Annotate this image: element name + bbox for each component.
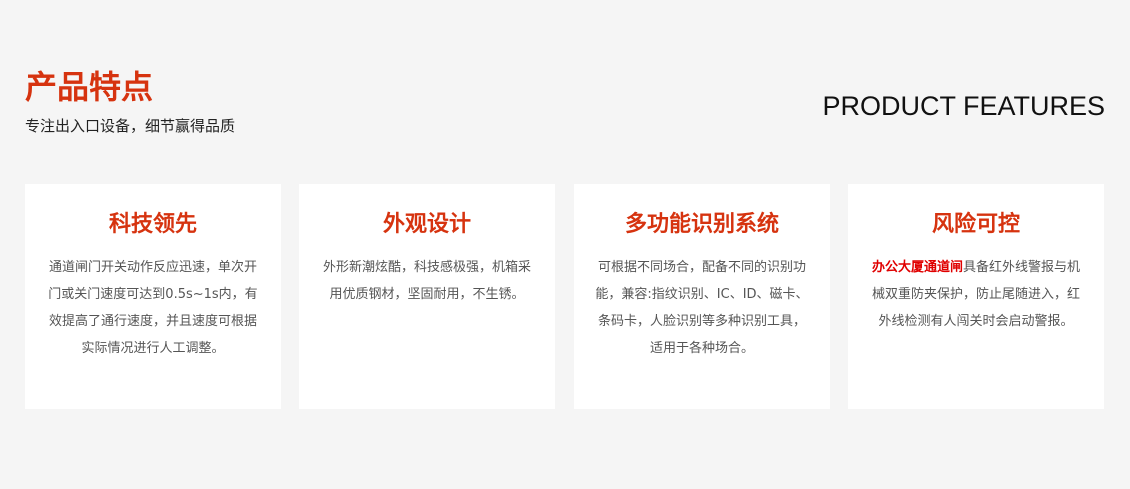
feature-card-recognition: 多功能识别系统 可根据不同场合，配备不同的识别功能，兼容:指纹识别、IC、ID、… [574,184,830,409]
office-gate-link[interactable]: 办公大厦通道闸 [872,260,963,275]
feature-title: 外观设计 [382,212,471,237]
feature-cards: 科技领先 通道闸门开关动作反应迅速，单次开门或关门速度可达到0.5s~1s内，有… [25,184,1105,409]
feature-card-tech: 科技领先 通道闸门开关动作反应迅速，单次开门或关门速度可达到0.5s~1s内，有… [25,184,281,409]
section-title: 产品特点 [25,68,154,106]
feature-description: 办公大厦通道闸具备红外线警报与机械双重防夹保护，防止尾随进入，红外线检测有人闯关… [866,254,1086,335]
feature-description: 外形新潮炫酷，科技感极强，机箱采用优质钢材，坚固耐用，不生锈。 [322,260,531,302]
section-english-title: PRODUCT FEATURES [822,91,1105,121]
section-header: 产品特点 专注出入口设备，细节赢得品质 PRODUCT FEATURES [25,66,1105,141]
feature-description: 可根据不同场合，配备不同的识别功能，兼容:指纹识别、IC、ID、磁卡、条码卡，人… [595,260,809,356]
feature-card-design: 外观设计 外形新潮炫酷，科技感极强，机箱采用优质钢材，坚固耐用，不生锈。 [299,184,555,409]
feature-card-risk: 风险可控 办公大厦通道闸具备红外线警报与机械双重防夹保护，防止尾随进入，红外线检… [848,184,1104,409]
feature-description: 通道闸门开关动作反应迅速，单次开门或关门速度可达到0.5s~1s内，有效提高了通… [48,260,258,356]
feature-title: 多功能识别系统 [624,212,779,237]
feature-title: 科技领先 [108,212,197,237]
section-subtitle: 专注出入口设备，细节赢得品质 [25,117,236,135]
feature-title: 风险可控 [931,212,1020,237]
